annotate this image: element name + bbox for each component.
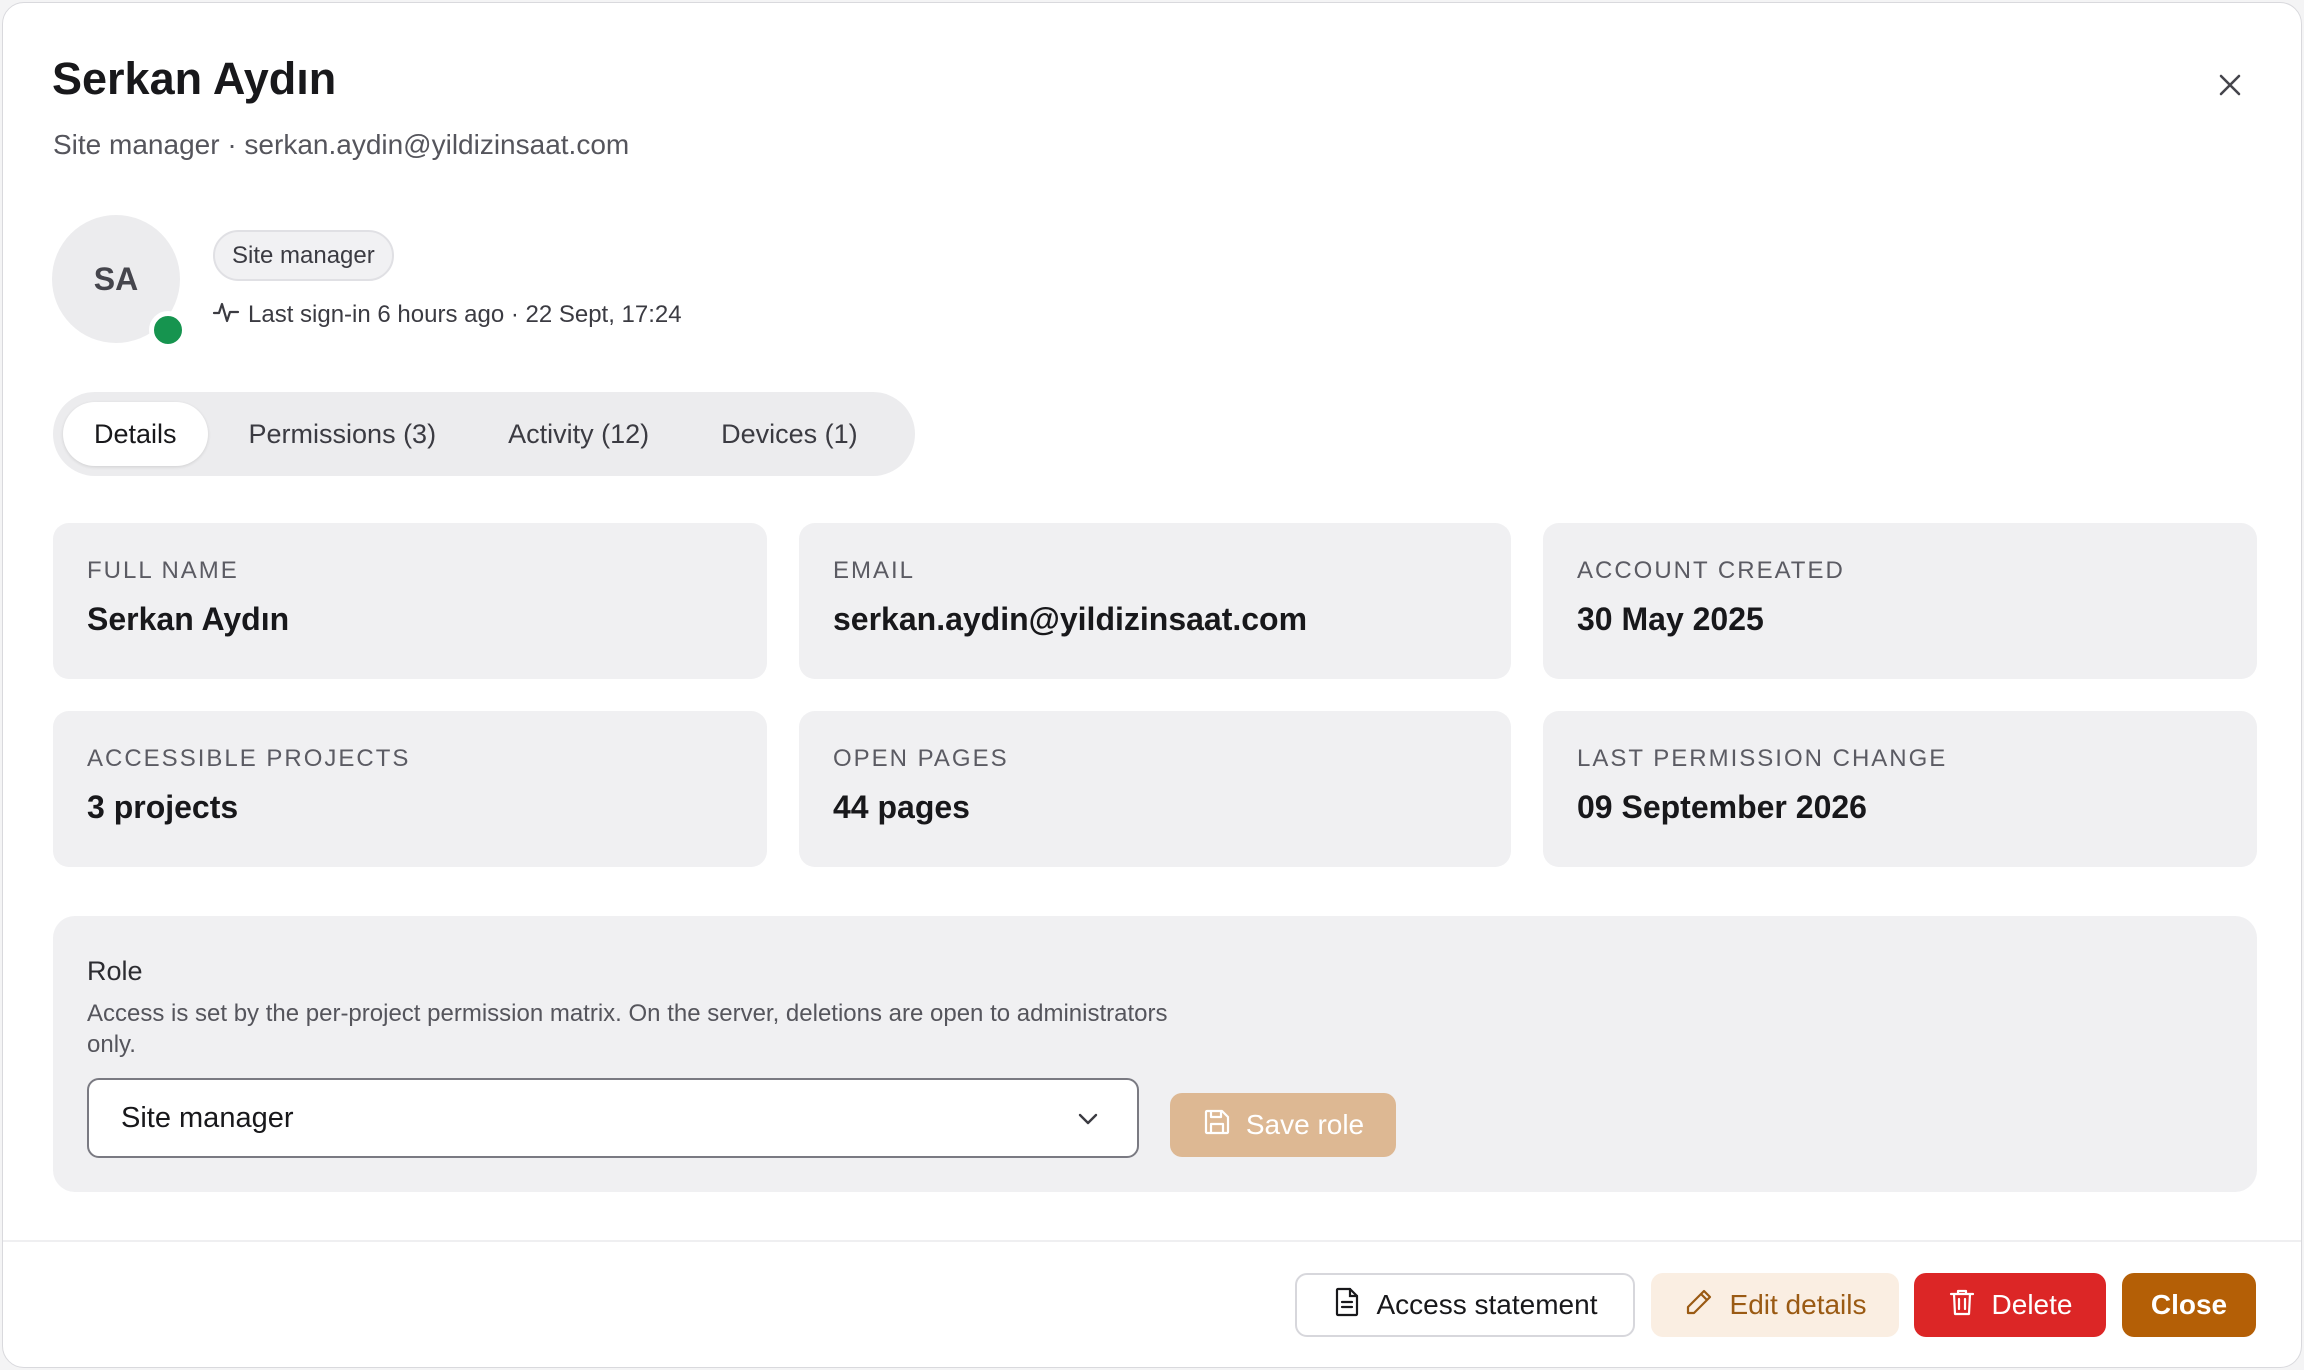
detail-label: ACCOUNT CREATED [1577,557,1845,584]
dialog-subtitle: Site manager · serkan.aydin@yildizinsaat… [53,129,630,160]
role-badge: Site manager [213,230,394,281]
detail-card-account-created: ACCOUNT CREATED 30 May 2025 [1543,523,2257,679]
access-statement-label: Access statement [1376,1289,1598,1320]
edit-details-button[interactable]: Edit details [1651,1273,1899,1337]
online-status-dot [149,311,187,349]
detail-label: EMAIL [833,557,916,584]
activity-icon [212,298,240,333]
delete-label: Delete [1991,1289,2073,1320]
detail-label: LAST PERMISSION CHANGE [1577,745,1948,772]
trash-icon [1948,1287,1976,1324]
role-panel: Role Access is set by the per-project pe… [53,916,2257,1192]
detail-label: FULL NAME [87,557,239,584]
save-role-button[interactable]: Save role [1170,1093,1396,1157]
detail-value: 30 May 2025 [1577,601,1764,637]
pencil-icon [1684,1287,1714,1324]
detail-value: Serkan Aydın [87,601,290,637]
save-icon [1202,1107,1232,1144]
detail-value: 3 projects [87,789,239,825]
footer-divider [3,1240,2301,1242]
tab-bar: Details Permissions (3) Activity (12) De… [53,392,915,476]
detail-card-full-name: FULL NAME Serkan Aydın [53,523,767,679]
chevron-down-icon [1075,1106,1101,1140]
save-role-label: Save role [1245,1109,1365,1140]
detail-card-last-permission-change: LAST PERMISSION CHANGE 09 September 2026 [1543,711,2257,867]
detail-card-email: EMAIL serkan.aydin@yildizinsaat.com [799,523,1511,679]
delete-button[interactable]: Delete [1914,1273,2106,1337]
close-icon[interactable] [2206,61,2254,109]
tab-activity[interactable]: Activity (12) [477,402,680,466]
edit-details-label: Edit details [1729,1289,1867,1320]
close-button[interactable]: Close [2122,1273,2256,1337]
dialog-title: Serkan Aydın [52,53,337,104]
detail-value: 44 pages [833,789,970,825]
last-signin: Last sign-in 6 hours ago · 22 Sept, 17:2… [212,297,682,333]
tab-devices[interactable]: Devices (1) [690,402,889,466]
detail-value: serkan.aydin@yildizinsaat.com [833,601,1308,637]
detail-card-accessible-projects: ACCESSIBLE PROJECTS 3 projects [53,711,767,867]
role-description: Access is set by the per-project permiss… [87,1000,1168,1058]
access-statement-button[interactable]: Access statement [1295,1273,1635,1337]
role-select[interactable]: Site manager [87,1078,1139,1158]
role-title: Role [87,956,143,986]
tab-permissions[interactable]: Permissions (3) [218,402,468,466]
user-detail-dialog: Serkan Aydın Site manager · serkan.aydin… [2,2,2302,1368]
role-select-value: Site manager [121,1101,294,1134]
detail-label: OPEN PAGES [833,745,1009,772]
detail-card-open-pages: OPEN PAGES 44 pages [799,711,1511,867]
document-icon [1333,1287,1361,1324]
tab-details[interactable]: Details [63,402,208,466]
detail-value: 09 September 2026 [1577,789,1867,825]
detail-label: ACCESSIBLE PROJECTS [87,745,411,772]
last-signin-text: Last sign-in 6 hours ago · 22 Sept, 17:2… [248,301,682,328]
